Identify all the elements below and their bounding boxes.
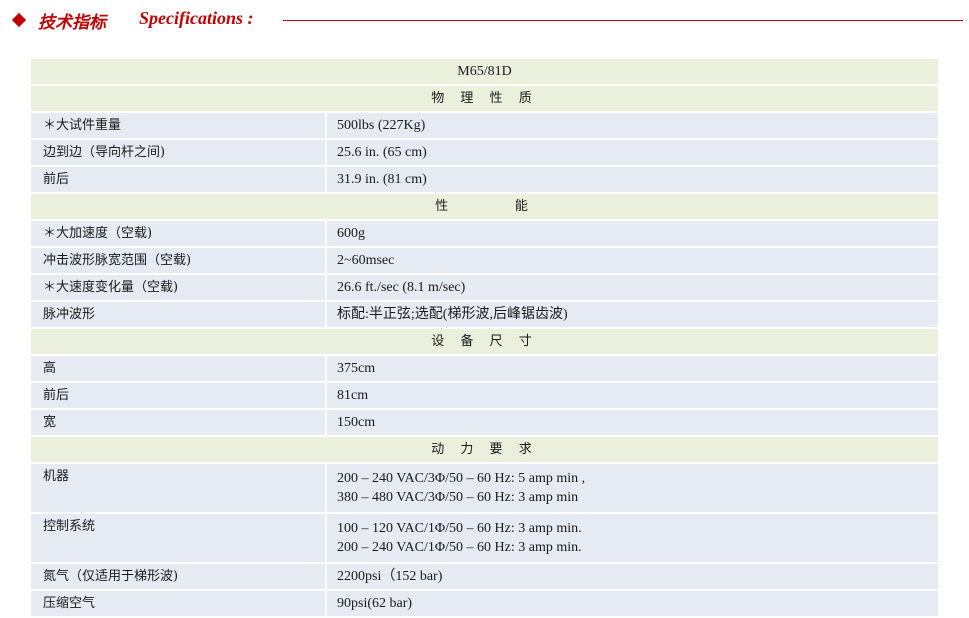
section-heading-performance: 性 能 (31, 194, 938, 221)
table-row: 控制系统 100 – 120 VAC/1Φ/50 – 60 Hz: 3 amp … (31, 514, 938, 564)
row-label: 机器 (31, 464, 327, 514)
row-label: ＊大试件重量 (31, 113, 327, 140)
title-english: Specifications : (139, 8, 254, 28)
table-row: 冲击波形脉宽范围（空载) 2~60msec (31, 248, 938, 275)
table-row: 边到边（导向杆之间) 25.6 in. (65 cm) (31, 140, 938, 167)
row-value: 200 – 240 VAC/3Φ/50 – 60 Hz: 5 amp min ,… (327, 464, 938, 514)
row-label: 前后 (31, 383, 327, 410)
row-label: 氮气（仅适用于梯形波) (31, 564, 327, 591)
row-value: 31.9 in. (81 cm) (327, 167, 938, 194)
value-line: 100 – 120 VAC/1Φ/50 – 60 Hz: 3 amp min. (337, 521, 582, 536)
table-row: ＊大加速度（空载) 600g (31, 221, 938, 248)
table-row: ＊大试件重量 500lbs (227Kg) (31, 113, 938, 140)
row-value: 500lbs (227Kg) (327, 113, 938, 140)
row-value: 90psi(62 bar) (327, 591, 938, 618)
row-value: 26.6 ft./sec (8.1 m/sec) (327, 275, 938, 302)
specifications-table: M65/81D 物 理 性 质 ＊大试件重量 500lbs (227Kg) 边到… (31, 59, 938, 618)
model-cell: M65/81D (31, 59, 938, 86)
section-title: 动 力 要 求 (431, 442, 538, 457)
diamond-bullet-icon (11, 12, 27, 28)
section-title: 性 能 (435, 199, 534, 214)
table-row: 高 375cm (31, 356, 938, 383)
row-value: 标配:半正弦;选配(梯形波,后峰锯齿波) (327, 302, 938, 329)
table-row: 压缩空气 90psi(62 bar) (31, 591, 938, 618)
row-label: 宽 (31, 410, 327, 437)
section-title: 设 备 尺 寸 (431, 334, 538, 349)
row-value: 81cm (327, 383, 938, 410)
row-label: 脉冲波形 (31, 302, 327, 329)
row-value: 25.6 in. (65 cm) (327, 140, 938, 167)
value-line: 380 – 480 VAC/3Φ/50 – 60 Hz: 3 amp min (337, 490, 579, 505)
row-label: ＊大加速度（空载) (31, 221, 327, 248)
row-label: 冲击波形脉宽范围（空载) (31, 248, 327, 275)
table-row: 宽 150cm (31, 410, 938, 437)
row-value: 600g (327, 221, 938, 248)
row-value: 375cm (327, 356, 938, 383)
section-title: 物 理 性 质 (431, 91, 538, 106)
value-line: 200 – 240 VAC/3Φ/50 – 60 Hz: 5 amp min , (337, 471, 586, 486)
row-label: 边到边（导向杆之间) (31, 140, 327, 167)
row-label: ＊大速度变化量（空载) (31, 275, 327, 302)
row-value: 100 – 120 VAC/1Φ/50 – 60 Hz: 3 amp min. … (327, 514, 938, 564)
table-row: ＊大速度变化量（空载) 26.6 ft./sec (8.1 m/sec) (31, 275, 938, 302)
row-value: 150cm (327, 410, 938, 437)
section-header: 技术指标 Specifications : (8, 6, 963, 36)
model-name: M65/81D (457, 64, 512, 79)
row-label: 前后 (31, 167, 327, 194)
table-row: 脉冲波形 标配:半正弦;选配(梯形波,后峰锯齿波) (31, 302, 938, 329)
table-row: 机器 200 – 240 VAC/3Φ/50 – 60 Hz: 5 amp mi… (31, 464, 938, 514)
row-value: 2200psi（152 bar) (327, 564, 938, 591)
section-heading-dimensions: 设 备 尺 寸 (31, 329, 938, 356)
row-value: 2~60msec (327, 248, 938, 275)
row-label: 控制系统 (31, 514, 327, 564)
title-chinese: 技术指标 (38, 13, 106, 33)
table-row: 前后 81cm (31, 383, 938, 410)
section-heading-physical: 物 理 性 质 (31, 86, 938, 113)
table-row: 前后 31.9 in. (81 cm) (31, 167, 938, 194)
row-label: 压缩空气 (31, 591, 327, 618)
header-divider (283, 20, 963, 21)
section-heading-power: 动 力 要 求 (31, 437, 938, 464)
model-row: M65/81D (31, 59, 938, 86)
table-row: 氮气（仅适用于梯形波) 2200psi（152 bar) (31, 564, 938, 591)
value-line: 200 – 240 VAC/1Φ/50 – 60 Hz: 3 amp min. (337, 540, 582, 555)
row-label: 高 (31, 356, 327, 383)
